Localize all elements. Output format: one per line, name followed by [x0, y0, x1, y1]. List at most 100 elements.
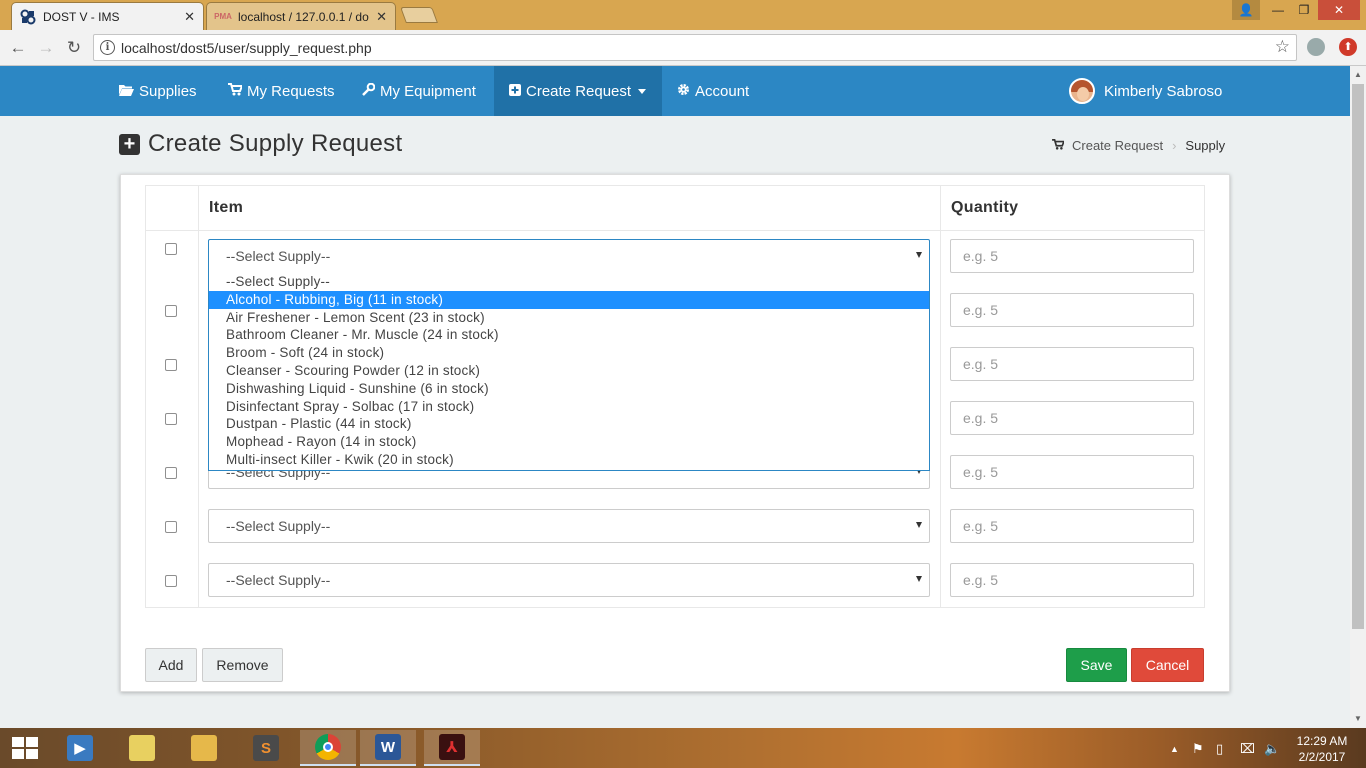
- reload-icon[interactable]: ↻: [63, 37, 85, 59]
- clock-time: 12:29 AM: [1296, 734, 1348, 748]
- quantity-input[interactable]: e.g. 5: [950, 293, 1194, 327]
- browser-tab-inactive[interactable]: PMA localhost / 127.0.0.1 / do ✕: [206, 2, 396, 30]
- plus-square-icon: +: [119, 133, 140, 155]
- bookmark-star-icon[interactable]: ☆: [1275, 37, 1290, 57]
- tray-network-icon[interactable]: ⌧: [1240, 741, 1255, 757]
- forward-icon[interactable]: →: [35, 37, 57, 59]
- url-text: localhost/dost5/user/supply_request.php: [121, 40, 372, 56]
- tab-close-icon[interactable]: ✕: [376, 9, 387, 25]
- profile-icon[interactable]: 👤: [1232, 0, 1260, 20]
- taskbar-file-explorer[interactable]: [176, 730, 232, 766]
- page-title-text: Create Supply Request: [148, 130, 403, 157]
- user-name[interactable]: Kimberly Sabroso: [1104, 83, 1222, 100]
- nav-supplies[interactable]: Supplies: [119, 66, 197, 116]
- remove-row-button[interactable]: Remove: [202, 648, 283, 682]
- taskbar-sublime[interactable]: S: [238, 730, 294, 766]
- dropdown-option[interactable]: Mophead - Rayon (14 in stock): [209, 433, 929, 451]
- caret-down-icon: [638, 88, 647, 94]
- word-icon: W: [375, 734, 401, 760]
- add-row-button[interactable]: Add: [145, 648, 197, 682]
- row-checkbox[interactable]: [165, 521, 177, 533]
- dropdown-option[interactable]: Multi-insect Killer - Kwik (20 in stock): [209, 451, 929, 469]
- clock-date: 2/2/2017: [1298, 750, 1346, 764]
- chrome-icon: [315, 734, 341, 760]
- minimize-icon[interactable]: —: [1264, 0, 1292, 20]
- supply-select[interactable]: --Select Supply--: [208, 563, 930, 597]
- tray-expand-icon[interactable]: ▲: [1170, 744, 1179, 754]
- browser-tab-active[interactable]: DOST V - IMS ✕: [11, 2, 204, 30]
- dropdown-option[interactable]: Cleanser - Scouring Powder (12 in stock): [209, 362, 929, 380]
- url-input[interactable]: i localhost/dost5/user/supply_request.ph…: [93, 34, 1297, 61]
- dropdown-option-highlighted[interactable]: Alcohol - Rubbing, Big (11 in stock): [209, 290, 929, 309]
- info-icon[interactable]: i: [100, 40, 115, 55]
- page-scrollbar[interactable]: ▲ ▼: [1350, 66, 1366, 728]
- quantity-input[interactable]: e.g. 5: [950, 509, 1194, 543]
- nav-my-requests[interactable]: My Requests: [228, 66, 335, 116]
- sticky-notes-icon: [129, 735, 155, 761]
- scroll-down-icon[interactable]: ▼: [1354, 714, 1362, 723]
- dropdown-option[interactable]: Air Freshener - Lemon Scent (23 in stock…: [209, 309, 929, 327]
- quantity-input[interactable]: e.g. 5: [950, 563, 1194, 597]
- quantity-input[interactable]: e.g. 5: [950, 401, 1194, 435]
- dropdown-option[interactable]: Disinfectant Spray - Solbac (17 in stock…: [209, 398, 929, 416]
- avatar[interactable]: [1069, 78, 1095, 104]
- taskbar-clock[interactable]: 12:29 AM 2/2/2017: [1296, 733, 1348, 765]
- tray-battery-icon[interactable]: ▯: [1216, 741, 1223, 757]
- quantity-input[interactable]: e.g. 5: [950, 347, 1194, 381]
- back-icon[interactable]: ←: [7, 37, 29, 59]
- scrollbar-thumb[interactable]: [1352, 84, 1364, 629]
- page-title: + Create Supply Request: [119, 130, 402, 158]
- taskbar-acrobat[interactable]: ⅄: [424, 730, 480, 766]
- browser-tab-bar: DOST V - IMS ✕ PMA localhost / 127.0.0.1…: [0, 0, 1366, 30]
- plus-square-icon: [509, 83, 521, 99]
- folder-open-icon: [119, 84, 134, 99]
- update-icon[interactable]: ⬆: [1339, 38, 1357, 56]
- dropdown-option[interactable]: Dustpan - Plastic (44 in stock): [209, 415, 929, 433]
- extension-icon[interactable]: [1307, 38, 1325, 56]
- quantity-input[interactable]: e.g. 5: [950, 455, 1194, 489]
- taskbar-explorer-notes[interactable]: [114, 730, 170, 766]
- tray-volume-icon[interactable]: 🔈: [1264, 741, 1280, 757]
- save-button[interactable]: Save: [1066, 648, 1127, 682]
- dropdown-option[interactable]: --Select Supply--: [209, 273, 929, 291]
- quantity-input[interactable]: e.g. 5: [950, 239, 1194, 273]
- supply-dropdown-list[interactable]: --Select Supply-- Alcohol - Rubbing, Big…: [208, 272, 930, 471]
- taskbar-word[interactable]: W: [360, 730, 416, 766]
- acrobat-icon: ⅄: [439, 734, 465, 760]
- new-tab-button[interactable]: [400, 7, 438, 23]
- dropdown-option[interactable]: Bathroom Cleaner - Mr. Muscle (24 in sto…: [209, 326, 929, 344]
- nav-my-equipment[interactable]: My Equipment: [362, 66, 476, 116]
- row-checkbox[interactable]: [165, 413, 177, 425]
- cancel-button[interactable]: Cancel: [1131, 648, 1204, 682]
- row-checkbox[interactable]: [165, 305, 177, 317]
- wrench-icon: [362, 82, 376, 99]
- supply-select[interactable]: --Select Supply--: [208, 239, 930, 273]
- scroll-up-icon[interactable]: ▲: [1354, 70, 1362, 79]
- row-checkbox[interactable]: [165, 467, 177, 479]
- nav-label: Supplies: [139, 82, 197, 100]
- nav-create-request[interactable]: Create Request: [494, 66, 662, 116]
- nav-label: Create Request: [526, 82, 632, 100]
- dropdown-option[interactable]: Dishwashing Liquid - Sunshine (6 in stoc…: [209, 380, 929, 398]
- windows-start-icon[interactable]: [12, 737, 38, 759]
- taskbar-media-player[interactable]: ▶: [52, 730, 108, 766]
- row-checkbox[interactable]: [165, 575, 177, 587]
- folder-icon: [191, 735, 217, 761]
- tray-flag-icon[interactable]: ⚑: [1192, 741, 1204, 757]
- breadcrumb-link[interactable]: Create Request: [1072, 138, 1163, 153]
- nav-label: My Equipment: [380, 82, 476, 100]
- column-header-quantity: Quantity: [951, 199, 1019, 216]
- row-checkbox[interactable]: [165, 359, 177, 371]
- taskbar-chrome[interactable]: [300, 730, 356, 766]
- breadcrumb-separator: ›: [1172, 138, 1177, 153]
- nav-account[interactable]: Account: [677, 66, 749, 116]
- row-checkbox[interactable]: [165, 243, 177, 255]
- select-arrow-icon: [916, 522, 922, 528]
- dropdown-option[interactable]: Broom - Soft (24 in stock): [209, 344, 929, 362]
- restore-icon[interactable]: ❐: [1290, 0, 1318, 20]
- supply-select[interactable]: --Select Supply--: [208, 509, 930, 543]
- window-close-icon[interactable]: ✕: [1318, 0, 1360, 20]
- cart-icon: [228, 83, 244, 99]
- tab-title: DOST V - IMS: [43, 9, 120, 24]
- tab-close-icon[interactable]: ✕: [184, 9, 195, 25]
